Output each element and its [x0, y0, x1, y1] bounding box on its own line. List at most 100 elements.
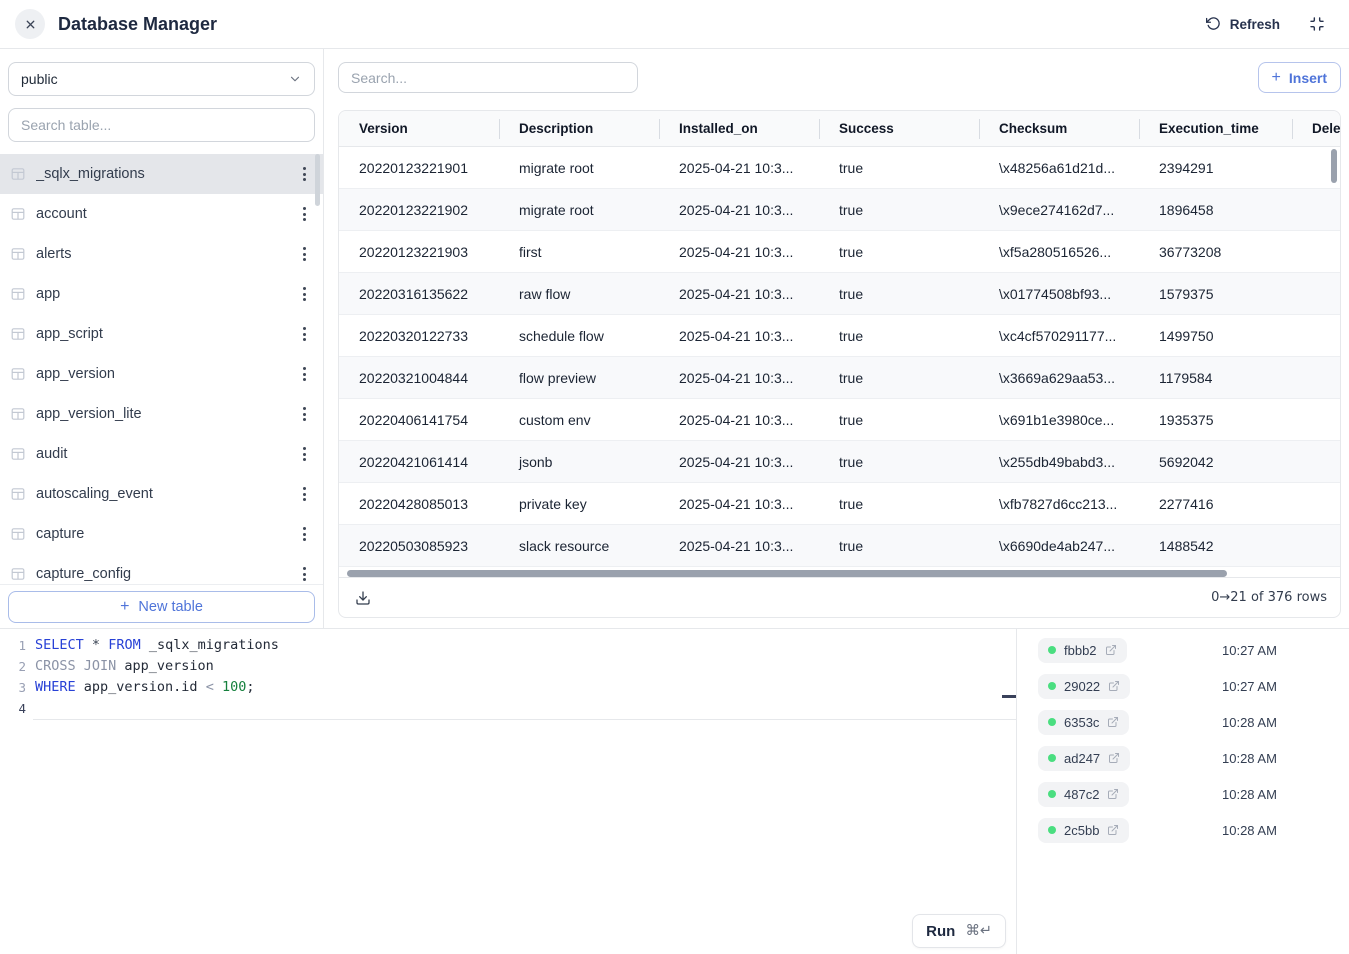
code-line: 1SELECT * FROM _sqlx_migrations [0, 635, 1016, 656]
kebab-menu-icon[interactable] [294, 242, 314, 267]
external-link-icon[interactable] [1107, 788, 1119, 800]
table-row[interactable]: 20220428085013private key2025-04-21 10:3… [339, 483, 1340, 525]
run-shortcut: ⌘↵ [965, 923, 992, 939]
table-row[interactable]: 20220406141754custom env2025-04-21 10:3.… [339, 399, 1340, 441]
table-row[interactable]: 20220503085923slack resource2025-04-21 1… [339, 525, 1340, 567]
sql-token [84, 637, 92, 653]
column-header-success[interactable]: Success [819, 111, 979, 146]
cell: 1935375 [1139, 399, 1292, 440]
kebab-menu-icon[interactable] [294, 482, 314, 507]
cell [1292, 273, 1340, 314]
table-row[interactable]: 20220316135622raw flow2025-04-21 10:3...… [339, 273, 1340, 315]
history-time: 10:27 AM [1222, 679, 1277, 694]
sidebar-item-audit[interactable]: audit [0, 434, 323, 474]
table-icon [10, 366, 26, 382]
vertical-scrollbar[interactable] [1331, 149, 1337, 183]
column-header-version[interactable]: Version [339, 111, 499, 146]
new-table-button[interactable]: + New table [8, 591, 315, 623]
history-pill-fbbb2[interactable]: fbbb2 [1038, 638, 1127, 663]
kebab-menu-icon[interactable] [294, 282, 314, 307]
cell: true [819, 189, 979, 230]
kebab-menu-icon[interactable] [294, 442, 314, 467]
sidebar-item-app_script[interactable]: app_script [0, 314, 323, 354]
sql-token: WHERE [35, 679, 76, 695]
table-row[interactable]: 20220123221901migrate root2025-04-21 10:… [339, 147, 1340, 189]
kebab-menu-icon[interactable] [294, 162, 314, 187]
sidebar-scrollbar[interactable] [315, 154, 320, 206]
sidebar-item-app[interactable]: app [0, 274, 323, 314]
history-pill-2c5bb[interactable]: 2c5bb [1038, 818, 1129, 843]
cell: 2025-04-21 10:3... [659, 231, 819, 272]
schema-select[interactable]: public [8, 62, 315, 96]
cell: 20220406141754 [339, 399, 499, 440]
grid-footer: 0→21 of 376 rows [339, 577, 1340, 617]
table-row[interactable]: 20220123221903first2025-04-21 10:3...tru… [339, 231, 1340, 273]
sidebar-item-autoscaling_event[interactable]: autoscaling_event [0, 474, 323, 514]
download-icon[interactable] [355, 590, 371, 606]
sidebar-item-app_version_lite[interactable]: app_version_lite [0, 394, 323, 434]
cell [1292, 525, 1340, 566]
table-row[interactable]: 20220123221902migrate root2025-04-21 10:… [339, 189, 1340, 231]
main-panel: + Insert VersionDescriptionInstalled_onS… [324, 49, 1349, 628]
history-pill-ad247[interactable]: ad247 [1038, 746, 1130, 771]
history-pill-29022[interactable]: 29022 [1038, 674, 1130, 699]
kebab-menu-icon[interactable] [294, 322, 314, 347]
history-pill-6353c[interactable]: 6353c [1038, 710, 1129, 735]
history-time: 10:28 AM [1222, 823, 1277, 838]
sidebar-item-account[interactable]: account [0, 194, 323, 234]
table-icon [10, 566, 26, 582]
history-item: 487c210:28 AM [1017, 776, 1349, 812]
cell [1292, 357, 1340, 398]
column-header-execution_time[interactable]: Execution_time [1139, 111, 1292, 146]
sql-editor[interactable]: 1SELECT * FROM _sqlx_migrations2CROSS JO… [0, 629, 1017, 954]
horizontal-scrollbar[interactable] [347, 570, 1227, 577]
cell: 20220503085923 [339, 525, 499, 566]
exit-fullscreen-icon[interactable] [1309, 16, 1325, 32]
table-row[interactable]: 20220321004844flow preview2025-04-21 10:… [339, 357, 1340, 399]
column-header-deleted[interactable]: Deleted [1292, 111, 1340, 146]
history-id: 2c5bb [1064, 823, 1099, 838]
kebab-menu-icon[interactable] [294, 202, 314, 227]
insert-button[interactable]: + Insert [1258, 62, 1341, 93]
code-line: 2CROSS JOIN app_version [0, 656, 1016, 677]
table-name: app_script [36, 326, 294, 342]
sidebar-item-capture_config[interactable]: capture_config [0, 554, 323, 584]
external-link-icon[interactable] [1108, 752, 1120, 764]
column-header-installed_on[interactable]: Installed_on [659, 111, 819, 146]
sidebar-item-app_version[interactable]: app_version [0, 354, 323, 394]
cell: 1179584 [1139, 357, 1292, 398]
table-row[interactable]: 20220320122733schedule flow2025-04-21 10… [339, 315, 1340, 357]
external-link-icon[interactable] [1107, 716, 1119, 728]
sql-token: FROM [108, 637, 141, 653]
rows-count: 0→21 of 376 rows [1211, 590, 1327, 605]
refresh-button[interactable]: Refresh [1206, 16, 1280, 32]
kebab-menu-icon[interactable] [294, 522, 314, 547]
status-dot-icon [1048, 718, 1056, 726]
bottom-panel: 1SELECT * FROM _sqlx_migrations2CROSS JO… [0, 628, 1349, 954]
close-icon[interactable] [15, 9, 45, 39]
external-link-icon[interactable] [1108, 680, 1120, 692]
external-link-icon[interactable] [1107, 824, 1119, 836]
line-number: 2 [0, 656, 26, 677]
kebab-menu-icon[interactable] [294, 402, 314, 427]
sidebar-item-alerts[interactable]: alerts [0, 234, 323, 274]
table-row[interactable]: 20220421061414jsonb2025-04-21 10:3...tru… [339, 441, 1340, 483]
editor-resize-handle[interactable] [1002, 695, 1016, 698]
sql-token: < [206, 679, 214, 695]
kebab-menu-icon[interactable] [294, 362, 314, 387]
external-link-icon[interactable] [1105, 644, 1117, 656]
search-input[interactable] [338, 62, 638, 93]
run-button[interactable]: Run ⌘↵ [912, 914, 1006, 948]
table-name: alerts [36, 246, 294, 262]
sidebar-item-capture[interactable]: capture [0, 514, 323, 554]
status-dot-icon [1048, 826, 1056, 834]
table-search-input[interactable] [8, 108, 315, 142]
editor-divider [33, 719, 1016, 720]
kebab-menu-icon[interactable] [294, 562, 314, 584]
cell: 2025-04-21 10:3... [659, 273, 819, 314]
column-header-description[interactable]: Description [499, 111, 659, 146]
history-pill-487c2[interactable]: 487c2 [1038, 782, 1129, 807]
cell: 2277416 [1139, 483, 1292, 524]
sidebar-item-_sqlx_migrations[interactable]: _sqlx_migrations [0, 154, 323, 194]
column-header-checksum[interactable]: Checksum [979, 111, 1139, 146]
